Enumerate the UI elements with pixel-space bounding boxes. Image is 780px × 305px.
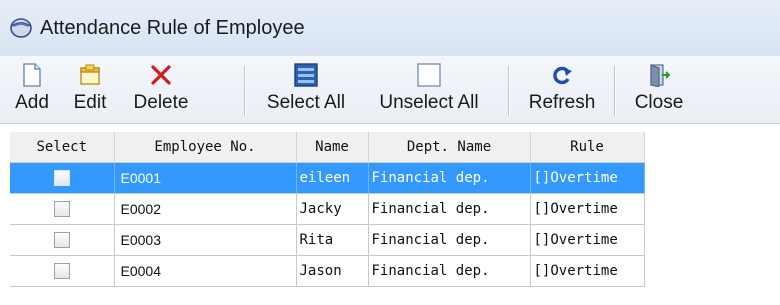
row-checkbox[interactable] — [53, 169, 70, 186]
edit-folder-icon — [79, 60, 101, 90]
row-checkbox[interactable] — [53, 200, 70, 217]
employee-no-cell: E0003 — [114, 224, 297, 256]
dept-name-cell: Financial dep. — [368, 255, 531, 287]
dept-name-cell: Financial dep. — [368, 162, 531, 194]
row-select-cell[interactable] — [10, 255, 115, 287]
column-header-dept-name[interactable]: Dept. Name — [368, 132, 531, 163]
column-header-rule[interactable]: Rule — [530, 132, 645, 163]
table-row[interactable]: E0003 Rita Financial dep. []Overtime — [10, 224, 645, 256]
toolbar-separator — [508, 66, 510, 116]
add-button[interactable]: Add — [10, 60, 54, 120]
close-door-icon — [648, 60, 670, 90]
close-label: Close — [634, 92, 684, 113]
toolbar-separator — [614, 66, 616, 116]
table-row[interactable]: E0004 Jason Financial dep. []Overtime — [10, 255, 645, 287]
employee-no-cell: E0002 — [114, 193, 297, 225]
edit-button[interactable]: Edit — [68, 60, 112, 120]
row-select-cell[interactable] — [10, 193, 115, 225]
name-cell: eileen — [296, 162, 369, 194]
select-all-button[interactable]: Select All — [254, 60, 358, 120]
close-button[interactable]: Close — [626, 60, 692, 120]
toolbar-separator — [244, 66, 246, 116]
table-row[interactable]: E0002 Jacky Financial dep. []Overtime — [10, 193, 645, 225]
delete-label: Delete — [133, 92, 189, 113]
add-label: Add — [15, 92, 49, 113]
rule-cell: []Overtime — [530, 193, 645, 225]
select-all-label: Select All — [266, 92, 346, 113]
employee-no-cell: E0004 — [114, 255, 297, 287]
app-window-icon — [8, 15, 34, 41]
delete-x-icon — [150, 60, 172, 90]
refresh-icon — [551, 60, 573, 90]
unselect-all-label: Unselect All — [379, 92, 479, 113]
add-page-icon — [22, 60, 42, 90]
dept-name-cell: Financial dep. — [368, 193, 531, 225]
unselect-all-button[interactable]: Unselect All — [368, 60, 490, 120]
name-cell: Jason — [296, 255, 369, 287]
select-all-icon — [293, 60, 319, 90]
toolbar: Add Edit Delete Select All Unselect All … — [0, 56, 780, 124]
column-header-name[interactable]: Name — [296, 132, 369, 163]
employee-no-cell: E0001 — [114, 162, 297, 194]
row-select-cell[interactable] — [10, 162, 115, 194]
column-header-employee-no[interactable]: Employee No. — [114, 132, 297, 163]
column-header-select[interactable]: Select — [10, 132, 115, 163]
refresh-label: Refresh — [528, 92, 596, 113]
rule-cell: []Overtime — [530, 224, 645, 256]
table-row[interactable]: E0001 eileen Financial dep. []Overtime — [10, 162, 645, 194]
row-checkbox[interactable] — [53, 231, 70, 248]
row-select-cell[interactable] — [10, 224, 115, 256]
rule-cell: []Overtime — [530, 162, 645, 194]
delete-button[interactable]: Delete — [122, 60, 200, 120]
employee-rule-grid: Select Employee No. Name Dept. Name Rule… — [10, 132, 645, 287]
refresh-button[interactable]: Refresh — [520, 60, 604, 120]
name-cell: Jacky — [296, 193, 369, 225]
window-titlebar: Attendance Rule of Employee — [0, 0, 780, 56]
name-cell: Rita — [296, 224, 369, 256]
row-checkbox[interactable] — [53, 262, 70, 279]
window-title: Attendance Rule of Employee — [40, 16, 305, 39]
edit-label: Edit — [73, 92, 107, 113]
rule-cell: []Overtime — [530, 255, 645, 287]
grid-header-row: Select Employee No. Name Dept. Name Rule — [10, 132, 645, 163]
unselect-all-icon — [416, 60, 442, 90]
dept-name-cell: Financial dep. — [368, 224, 531, 256]
